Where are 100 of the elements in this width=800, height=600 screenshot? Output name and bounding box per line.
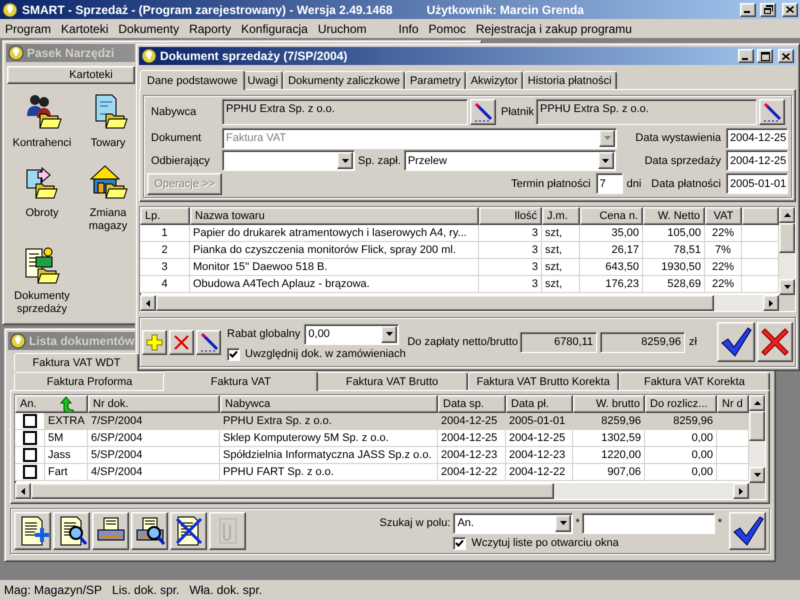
- menu-item[interactable]: Info: [394, 22, 424, 36]
- checkbox[interactable]: [227, 348, 240, 360]
- column-header[interactable]: J.m.: [542, 207, 580, 225]
- tab[interactable]: Akwizytor: [466, 71, 523, 89]
- scrollbar[interactable]: [779, 207, 795, 295]
- checkbox-label[interactable]: Uwzględnij dok. w zamówieniach: [245, 348, 406, 360]
- tab[interactable]: Faktura VAT WDT: [14, 353, 139, 371]
- toolbar-button[interactable]: [92, 512, 129, 550]
- dropdown[interactable]: 0,00: [304, 324, 400, 344]
- menu-item[interactable]: Uruchom: [312, 22, 372, 36]
- column-header[interactable]: Nabywca: [220, 395, 438, 413]
- section-button[interactable]: Kartoteki: [7, 66, 135, 84]
- table-row[interactable]: 5M 6/SP/2004 Sklep Komputerowy 5M Sp. z o.o. 2004-12-25 2004-12-25 1302,59 0,00: [15, 430, 749, 447]
- scrollbar[interactable]: [140, 295, 779, 311]
- menu-item[interactable]: Dokumenty: [113, 22, 184, 36]
- table-row[interactable]: EXTRA 7/SP/2004 PPHU Extra Sp. z o.o. 2004-12-25 2005-01-01 8259,96 8259,96: [15, 413, 749, 430]
- close-button[interactable]: [778, 49, 794, 63]
- table-row[interactable]: Fart 4/SP/2004 PPHU FART Sp. z o.o. 2004-12-22 2004-12-22 907,06 0,00: [15, 464, 749, 481]
- close-button[interactable]: [782, 2, 798, 16]
- scrollbar[interactable]: [15, 483, 749, 499]
- dropdown[interactable]: An.: [453, 512, 574, 534]
- toolbar-button[interactable]: Obroty: [6, 162, 78, 233]
- tab[interactable]: Dane podstawowe: [140, 70, 245, 90]
- table-row[interactable]: 3 Monitor 15'' Daewoo 518 B. 3 szt, 643,50 1930,50 22%: [140, 259, 779, 276]
- checkmark-icon: [732, 515, 764, 547]
- cancel-button[interactable]: [757, 322, 793, 362]
- table-row[interactable]: 1 Papier do drukarek atramentowych i laserowych A4, ry... 3 szt, 35,00 105,00 22%: [140, 225, 779, 242]
- date-field[interactable]: 2004-12-25: [726, 150, 788, 172]
- table-row[interactable]: 4 Obudowa A4Tech Aplauz - brązowa. 3 szt, 176,23 528,69 22%: [140, 276, 779, 293]
- field-label: Data sprzedaży: [644, 154, 721, 167]
- delete-button[interactable]: [169, 330, 194, 354]
- checkbox[interactable]: [22, 414, 36, 428]
- tab[interactable]: Uwagi: [242, 71, 284, 89]
- field-label: Dokument: [150, 132, 202, 144]
- add-button[interactable]: [142, 330, 167, 354]
- toolbar-button[interactable]: Zmiana magazy: [78, 162, 138, 233]
- maximize-button[interactable]: [757, 49, 773, 63]
- dropdown[interactable]: [222, 150, 355, 172]
- restore-button[interactable]: [760, 2, 776, 16]
- column-header[interactable]: Nr dok.: [88, 395, 220, 413]
- table-row[interactable]: Jass 5/SP/2004 Spółdzielnia Informatyczna JASS Sp.z o.o. 2004-12-23 2004-12-23 1220,00 0,00: [15, 447, 749, 464]
- menu-item[interactable]: Kartoteki: [56, 22, 114, 36]
- column-header[interactable]: Nr d: [717, 395, 749, 413]
- toolbar-button[interactable]: Kontrahenci: [6, 92, 78, 150]
- checkbox[interactable]: [22, 465, 36, 479]
- confirm-button[interactable]: [729, 512, 766, 550]
- text-field[interactable]: PPHU Extra Sp. z o.o.: [222, 99, 468, 125]
- tab[interactable]: Faktura Proforma: [14, 372, 166, 390]
- column-header[interactable]: Ilość: [479, 207, 542, 225]
- date-field[interactable]: 2004-12-25: [726, 128, 788, 149]
- column-header[interactable]: [742, 207, 779, 225]
- column-header[interactable]: Nazwa towaru: [190, 207, 479, 225]
- column-header[interactable]: An.: [15, 395, 88, 413]
- tab[interactable]: Faktura VAT Brutto Korekta: [468, 372, 619, 390]
- menu-item[interactable]: Konfiguracja: [236, 22, 313, 36]
- checkbox-label[interactable]: Wczytuj liste po otwarciu okna: [471, 537, 619, 549]
- text-field[interactable]: 7: [596, 173, 623, 194]
- toolbar-button[interactable]: [14, 512, 51, 550]
- menu-item[interactable]: Rejestracja i zakup programu: [470, 22, 637, 36]
- toolbar-button[interactable]: [170, 512, 207, 550]
- search-field[interactable]: [582, 512, 715, 534]
- caret-icon: [602, 158, 610, 163]
- tab[interactable]: Historia płatności: [522, 71, 617, 89]
- dropdown[interactable]: Przelew: [404, 150, 616, 172]
- column-header[interactable]: Cena n.: [580, 207, 643, 225]
- column-header[interactable]: Data pł.: [506, 395, 573, 413]
- column-header[interactable]: Data sp.: [438, 395, 506, 413]
- checkbox[interactable]: [22, 431, 36, 445]
- table-cell: 22%: [705, 276, 742, 293]
- tab[interactable]: Faktura VAT Korekta: [618, 372, 770, 390]
- checkbox[interactable]: [453, 536, 466, 550]
- table-row[interactable]: 2 Pianka do czyszczenia monitorów Flick, spray 200 ml. 3 szt, 26,17 78,51 7%: [140, 242, 779, 259]
- toolbar-button[interactable]: [131, 512, 168, 550]
- column-header[interactable]: Lp.: [140, 207, 190, 225]
- edit-button[interactable]: [470, 99, 496, 125]
- date-field[interactable]: 2005-01-01: [726, 173, 788, 194]
- checkbox[interactable]: [22, 448, 36, 462]
- arrow-down-icon: [754, 473, 760, 477]
- menu-item[interactable]: Pomoc: [424, 22, 471, 36]
- minimize-button[interactable]: [740, 2, 756, 16]
- column-header[interactable]: W. Netto: [643, 207, 705, 225]
- column-header[interactable]: VAT: [705, 207, 742, 225]
- scrollbar[interactable]: [749, 395, 765, 483]
- toolbar-button[interactable]: [53, 512, 90, 550]
- tab[interactable]: Faktura VAT: [163, 371, 318, 391]
- text-field[interactable]: PPHU Extra Sp. z o.o.: [536, 99, 758, 125]
- edit-button[interactable]: [759, 99, 786, 125]
- toolbar-button[interactable]: Dokumenty sprzedaży: [6, 245, 78, 316]
- tab[interactable]: Faktura VAT Brutto: [316, 372, 468, 390]
- column-header[interactable]: W. brutto: [573, 395, 645, 413]
- tab[interactable]: Dokumenty zaliczkowe: [283, 71, 405, 89]
- tab[interactable]: Parametry: [404, 71, 466, 89]
- minimize-button[interactable]: [738, 49, 754, 63]
- menu-item[interactable]: Raporty: [184, 22, 236, 36]
- menu-item[interactable]: Program: [0, 22, 56, 36]
- field-label: Płatnik: [501, 106, 534, 118]
- column-header[interactable]: Do rozlicz...: [645, 395, 717, 413]
- toolbar-button[interactable]: Towary: [78, 92, 138, 150]
- edit-button[interactable]: [196, 330, 221, 354]
- confirm-button[interactable]: [717, 322, 755, 362]
